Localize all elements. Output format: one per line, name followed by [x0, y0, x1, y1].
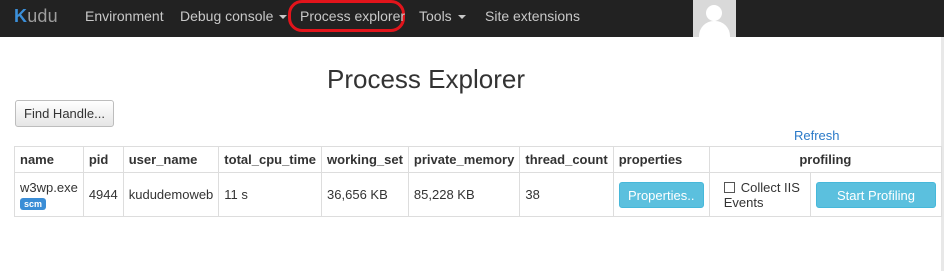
cell-pid: 4944	[82, 172, 124, 217]
kudu-logo[interactable]: Kudu	[14, 6, 58, 27]
process-name: w3wp.exe	[20, 179, 78, 195]
scm-badge: scm	[20, 197, 47, 210]
col-user-name: user_name	[122, 146, 220, 173]
nav-environment[interactable]: Environment	[85, 8, 164, 24]
nav-process-explorer[interactable]: Process explorer	[300, 8, 405, 24]
col-total-cpu-time: total_cpu_time	[218, 146, 323, 173]
collect-iis-checkbox[interactable]	[723, 181, 735, 193]
col-properties: properties	[612, 146, 710, 173]
col-thread-count: thread_count	[519, 146, 614, 173]
process-table: name pid user_name total_cpu_time workin…	[14, 146, 943, 217]
avatar-head	[706, 5, 722, 21]
cell-collect-iis: Collect IIS Events	[708, 172, 812, 217]
cell-working-set: 36,656 KB	[321, 172, 409, 217]
nav-tools[interactable]: Tools	[419, 8, 466, 24]
user-avatar-icon[interactable]	[693, 0, 736, 37]
col-profiling: profiling	[708, 146, 943, 173]
cell-user-name: kududemoweb	[122, 172, 220, 217]
col-pid: pid	[82, 146, 124, 173]
nav-site-extensions[interactable]: Site extensions	[485, 8, 580, 24]
col-working-set: working_set	[321, 146, 409, 173]
collect-iis-label: Collect IIS Events	[723, 179, 800, 210]
cell-thread-count: 38	[519, 172, 614, 217]
table-header-row: name pid user_name total_cpu_time workin…	[14, 146, 943, 173]
col-name: name	[14, 146, 84, 173]
avatar-body	[699, 21, 730, 37]
find-handle-button[interactable]: Find Handle...	[15, 100, 114, 127]
page-title: Process Explorer	[327, 64, 525, 94]
cell-total-cpu-time: 11 s	[218, 172, 323, 217]
cell-start-profiling: Start Profiling	[810, 172, 942, 217]
col-private-memory: private_memory	[407, 146, 521, 173]
cell-name: w3wp.exe scm	[14, 172, 84, 217]
cell-private-memory: 85,228 KB	[407, 172, 521, 217]
properties-button[interactable]: Properties..	[618, 181, 704, 208]
chevron-down-icon	[279, 15, 288, 20]
nav-debug-console[interactable]: Debug console	[180, 8, 288, 24]
start-profiling-button[interactable]: Start Profiling	[816, 181, 936, 208]
cell-properties: Properties..	[612, 172, 710, 217]
table-row: w3wp.exe scm 4944 kududemoweb 11 s 36,65…	[14, 172, 942, 217]
refresh-link[interactable]: Refresh	[794, 128, 840, 143]
top-navbar: Kudu Environment Debug console Process e…	[0, 0, 944, 37]
chevron-down-icon	[457, 15, 466, 20]
